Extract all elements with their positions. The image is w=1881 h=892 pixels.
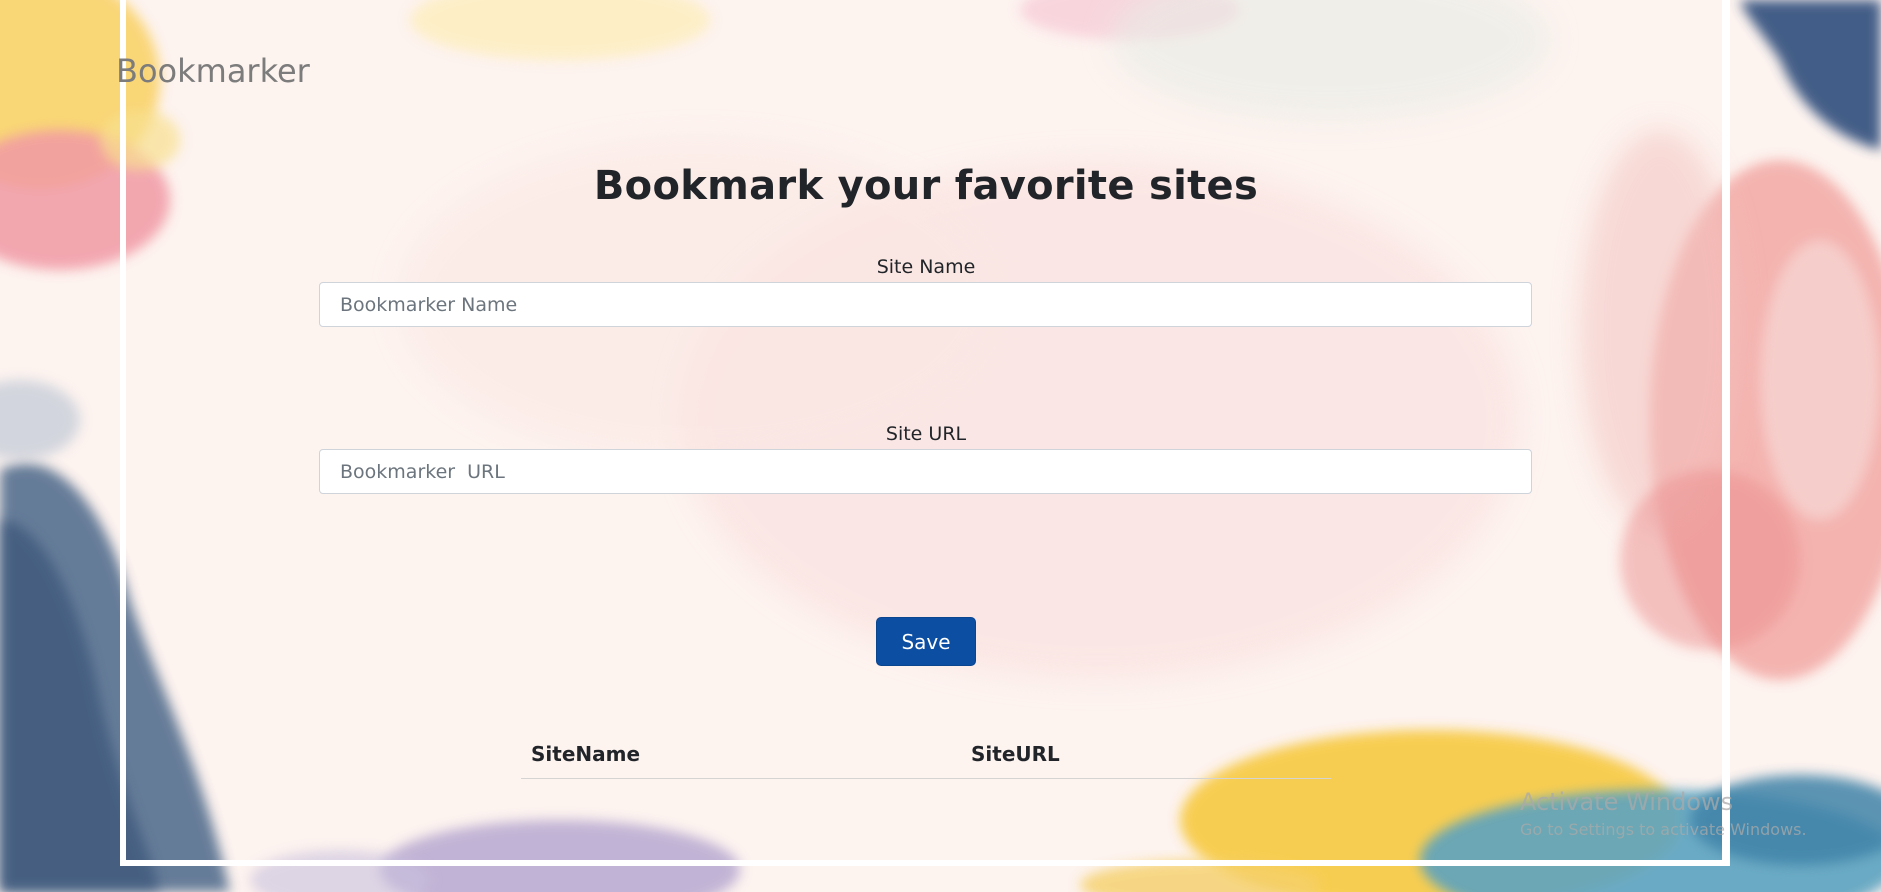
site-url-label: Site URL	[885, 423, 967, 445]
site-name-input[interactable]	[319, 282, 1532, 327]
page-content: Bookmarker Bookmark your favorite sites …	[0, 0, 1881, 892]
watermark-title: Activate Windows	[1520, 788, 1734, 816]
bookmarks-table-header: SiteName SiteURL	[521, 738, 1331, 779]
site-url-input[interactable]	[319, 449, 1532, 494]
activate-windows-watermark: Activate Windows Go to Settings to activ…	[1520, 788, 1807, 839]
column-header-sitename: SiteName	[531, 742, 641, 766]
watermark-subtitle: Go to Settings to activate Windows.	[1520, 820, 1807, 839]
column-header-siteurl: SiteURL	[971, 742, 1060, 766]
brand-title[interactable]: Bookmarker	[116, 52, 310, 90]
site-name-label: Site Name	[876, 256, 976, 278]
save-button[interactable]: Save	[876, 617, 976, 666]
page-heading: Bookmark your favorite sites	[593, 163, 1259, 209]
